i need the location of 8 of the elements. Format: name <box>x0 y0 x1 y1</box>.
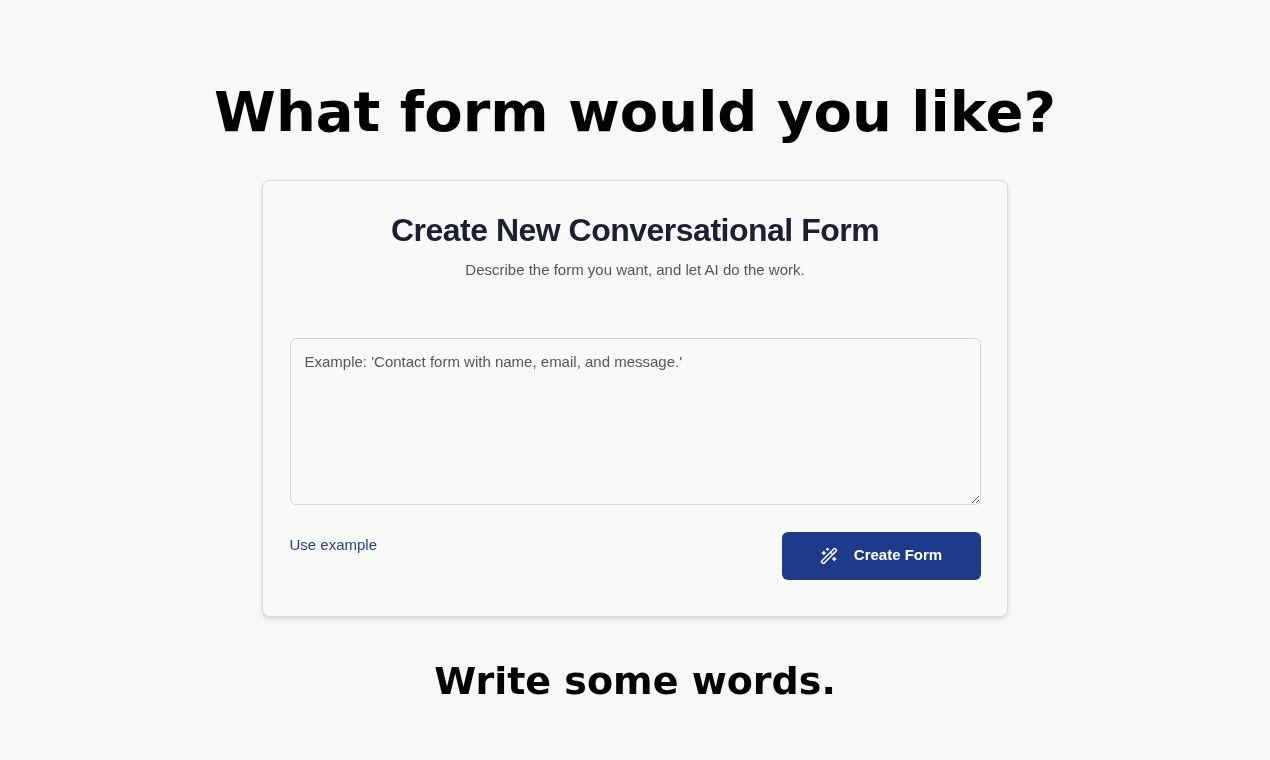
footer-text: Write some words. <box>434 658 836 705</box>
page-heading: What form would you like? <box>214 78 1056 146</box>
card-subtitle: Describe the form you want, and let AI do the work. <box>465 260 805 280</box>
card-title: Create New Conversational Form <box>390 211 880 250</box>
use-example-link[interactable]: Use example <box>289 533 378 556</box>
prompt-field[interactable]: Example: 'Contact form with name, email, and message.' <box>289 337 981 505</box>
magic-wand-icon <box>819 546 838 565</box>
create-form-button[interactable]: Create Form <box>781 531 981 580</box>
